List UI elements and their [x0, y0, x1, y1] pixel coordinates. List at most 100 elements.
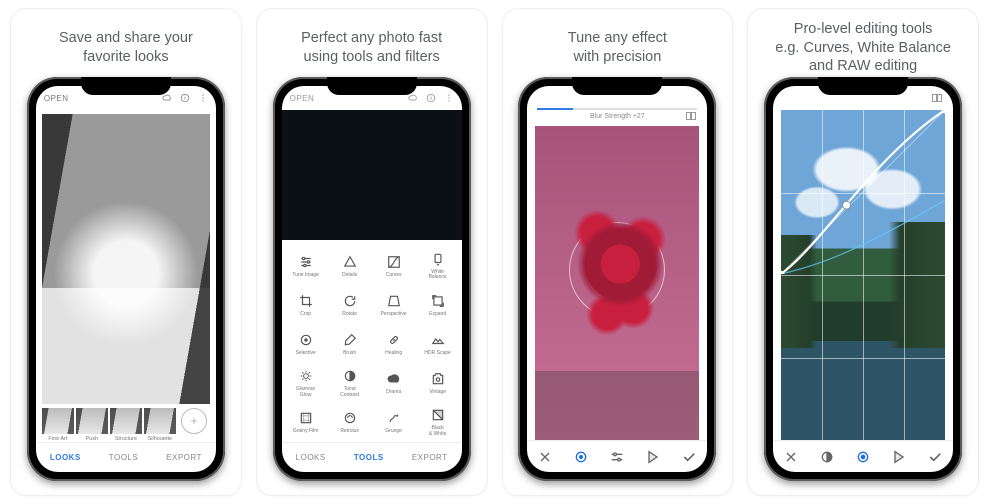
compare-icon[interactable] [931, 92, 943, 104]
info-icon[interactable] [180, 93, 190, 103]
channel-selector-button[interactable] [855, 449, 871, 465]
blur-center-handle[interactable] [611, 264, 623, 276]
blur-shape-button[interactable] [573, 449, 589, 465]
tool-rotate[interactable]: Rotate [328, 285, 372, 324]
channel-luminance-button[interactable] [819, 449, 835, 465]
tool-grunge[interactable]: Grunge [372, 403, 416, 442]
tool-tonal-contrast[interactable]: Tonal Contrast [328, 364, 372, 403]
crop-icon [298, 293, 314, 309]
grainy-film-icon [298, 410, 314, 426]
tool-curves[interactable]: Curves [372, 246, 416, 285]
grunge-icon [386, 410, 402, 426]
brush-icon [342, 332, 358, 348]
edit-action-bar [527, 440, 707, 472]
info-icon[interactable] [426, 93, 436, 103]
screenshot-card-1: Save and share your favorite looks OPEN … [10, 8, 242, 496]
tool-brush[interactable]: Brush [328, 325, 372, 364]
tool-tune-image[interactable]: Tune Image [284, 246, 328, 285]
cancel-button[interactable] [537, 449, 553, 465]
tool-label: Details [342, 273, 357, 279]
screenshot-card-2: Perfect any photo fast using tools and f… [256, 8, 488, 496]
look-thumb[interactable]: Push [76, 408, 108, 442]
curves-line[interactable] [781, 110, 945, 274]
apply-button[interactable] [681, 449, 697, 465]
tool-label: Grainy Film [293, 429, 319, 435]
caption: Pro-level editing tools e.g. Curves, Whi… [773, 19, 953, 77]
tool-label: Retrolux [340, 429, 359, 435]
adjust-button[interactable] [609, 449, 625, 465]
drama-icon [386, 371, 402, 387]
tool-label: Healing [385, 351, 402, 357]
selective-icon [298, 332, 314, 348]
tool-retrolux[interactable]: Retrolux [328, 403, 372, 442]
open-button[interactable]: OPEN [44, 94, 69, 103]
presets-button[interactable] [891, 449, 907, 465]
tool-details[interactable]: Details [328, 246, 372, 285]
blur-outer-ring[interactable] [569, 222, 665, 318]
white-balance-icon [430, 251, 446, 267]
tool-label: Curves [386, 273, 402, 279]
screenshot-card-4: Pro-level editing tools e.g. Curves, Whi… [747, 8, 979, 496]
tonal-contrast-icon [342, 368, 358, 384]
tool-vintage[interactable]: Vintage [416, 364, 460, 403]
app-screen-curves [773, 86, 953, 472]
app-screen-tools: OPEN Tune Image Details Curves White Balanc… [282, 86, 462, 472]
rotate-icon [342, 293, 358, 309]
tool-label: Selective [295, 351, 315, 357]
bottom-tab-bar: LOOKS TOOLS EXPORT [282, 442, 462, 472]
notch [81, 77, 171, 95]
tab-tools[interactable]: TOOLS [109, 453, 138, 462]
caption: Perfect any photo fast using tools and f… [299, 19, 444, 77]
tab-export[interactable]: EXPORT [166, 453, 202, 462]
edit-action-bar [773, 440, 953, 472]
more-icon[interactable] [444, 93, 454, 103]
blur-inner-ring[interactable] [586, 239, 648, 301]
tool-label: Perspective [381, 312, 407, 318]
app-screen-blur: Blur Strength +27 [527, 86, 707, 472]
invert-button[interactable] [645, 449, 661, 465]
tool-label: Grunge [385, 429, 402, 435]
main-photo[interactable] [42, 114, 210, 404]
cloud-icon[interactable] [162, 93, 172, 103]
app-screen-looks: OPEN Fine Art Push Structure Silhouette [36, 86, 216, 472]
main-photo[interactable] [781, 110, 945, 440]
tool-selective[interactable]: Selective [284, 325, 328, 364]
phone-frame [764, 77, 962, 481]
main-photo[interactable] [535, 126, 699, 440]
expand-icon [430, 293, 446, 309]
tool-perspective[interactable]: Perspective [372, 285, 416, 324]
tool-black-white[interactable]: Black & White [416, 403, 460, 442]
tab-export[interactable]: EXPORT [412, 453, 448, 462]
tool-crop[interactable]: Crop [284, 285, 328, 324]
look-thumb[interactable]: Fine Art [42, 408, 74, 442]
tab-looks[interactable]: LOOKS [296, 453, 326, 462]
tool-label: White Balance [429, 270, 447, 281]
tool-healing[interactable]: Healing [372, 325, 416, 364]
tool-label: Vintage [429, 390, 446, 396]
tool-glamour-glow[interactable]: Glamour Glow [284, 364, 328, 403]
look-thumb[interactable]: Silhouette [144, 408, 176, 442]
tool-white-balance[interactable]: White Balance [416, 246, 460, 285]
cancel-button[interactable] [783, 449, 799, 465]
tab-tools[interactable]: TOOLS [354, 453, 384, 462]
tool-grainy-film[interactable]: Grainy Film [284, 403, 328, 442]
looks-strip: Fine Art Push Structure Silhouette [42, 408, 210, 442]
tool-label: Drama [386, 390, 401, 396]
glamour-glow-icon [298, 368, 314, 384]
tool-label: Black & White [429, 426, 447, 437]
open-button[interactable]: OPEN [290, 94, 315, 103]
cloud-icon[interactable] [408, 93, 418, 103]
black-white-icon [430, 407, 446, 423]
screenshot-card-3: Tune any effect with precision Blur Stre… [502, 8, 734, 496]
more-icon[interactable] [198, 93, 208, 103]
compare-icon[interactable] [685, 110, 697, 122]
vintage-icon [430, 371, 446, 387]
tool-label: Tonal Contrast [340, 387, 359, 398]
tool-expand[interactable]: Expand [416, 285, 460, 324]
look-thumb[interactable]: Structure [110, 408, 142, 442]
tab-looks[interactable]: LOOKS [50, 453, 81, 462]
tool-hdr-scape[interactable]: HDR Scape [416, 325, 460, 364]
add-look-button[interactable] [178, 408, 210, 442]
tool-drama[interactable]: Drama [372, 364, 416, 403]
apply-button[interactable] [927, 449, 943, 465]
